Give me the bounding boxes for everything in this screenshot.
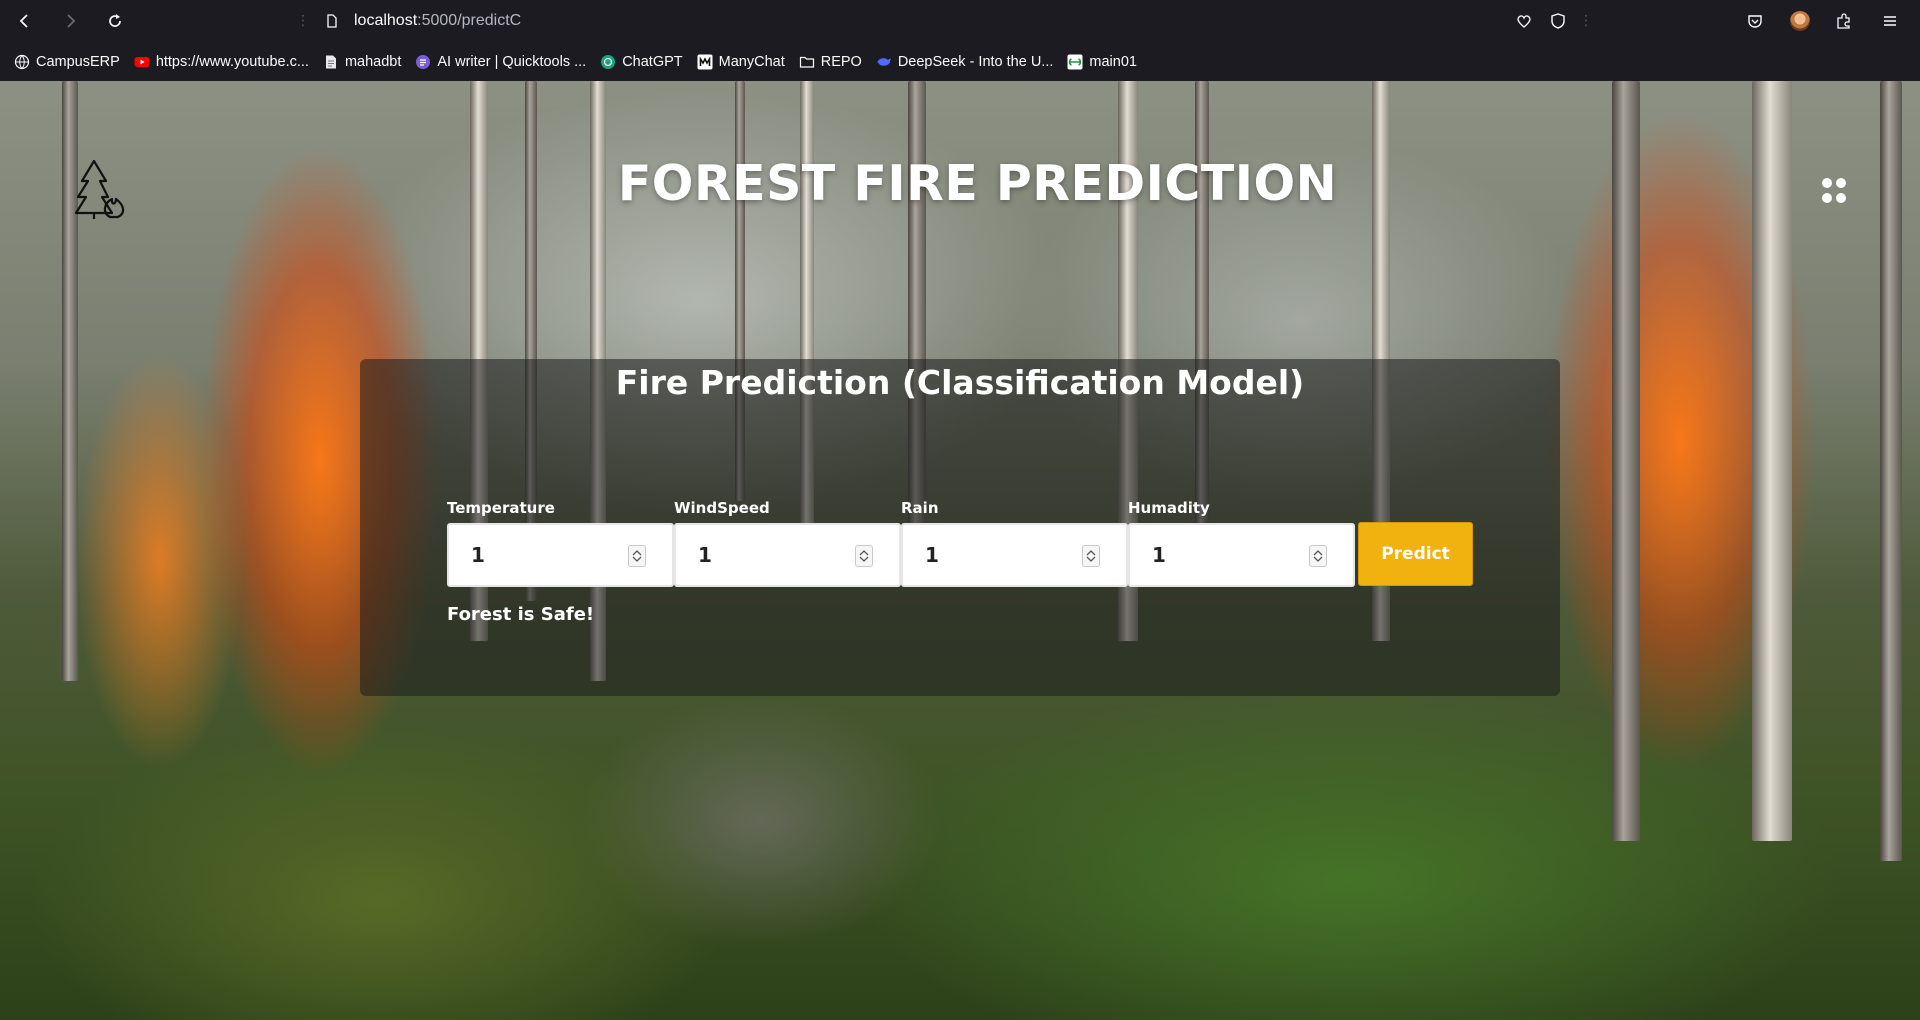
humidity-label: Humadity [1128,499,1210,517]
humidity-field: Humadity 1 [1128,499,1355,587]
bookmark-label: REPO [820,54,862,70]
youtube-icon [134,54,150,70]
back-arrow-icon [19,14,28,28]
deepseek-icon [876,54,892,70]
avatar [1790,11,1810,31]
humidity-input[interactable]: 1 [1128,523,1355,587]
temperature-field: Temperature 1 [447,499,674,587]
document-icon [323,54,339,70]
bookmark-label: CampusERP [36,54,120,70]
temperature-value: 1 [471,543,485,567]
prediction-result: Forest is Safe! [447,604,595,625]
address-bar[interactable]: ⋮ localhost:5000/predictC [296,8,1586,34]
folder-icon [799,54,815,70]
prediction-card: Fire Prediction (Classification Model) T… [360,359,1560,696]
rain-stepper[interactable] [1082,545,1100,567]
manychat-icon [697,54,713,70]
chevron-down-icon [632,556,642,562]
account-button[interactable] [1788,9,1812,33]
bookmark-campuserp[interactable]: CampusERP [14,54,120,70]
bookmark-label: ChatGPT [622,54,683,70]
bookmarks-toolbar: CampusERP https://www.youtube.c... mahad… [0,49,1920,75]
chevron-up-icon [859,550,869,556]
page-title: FOREST FIRE PREDICTION [617,155,1338,212]
bookmark-button[interactable] [1512,9,1536,33]
bookmark-manychat[interactable]: ManyChat [697,54,785,70]
hamburger-icon [1884,16,1896,26]
pocket-button[interactable] [1743,9,1767,33]
rain-input[interactable]: 1 [901,523,1128,587]
bookmark-youtube[interactable]: https://www.youtube.c... [134,54,309,70]
url-path: :5000/predictC [417,12,522,29]
extensions-button[interactable] [1832,9,1856,33]
toolbar-separator: ⋮ [1579,13,1593,29]
chevron-up-icon [632,550,642,556]
bookmark-label: DeepSeek - Into the U... [897,54,1054,70]
windspeed-field: WindSpeed 1 [674,499,901,587]
bookmark-repo[interactable]: REPO [799,54,862,70]
chevron-up-icon [1086,550,1096,556]
url-separator: ⋮ [296,13,310,29]
bookmark-deepseek[interactable]: DeepSeek - Into the U... [876,54,1054,70]
temperature-stepper[interactable] [628,545,646,567]
bookmark-label: https://www.youtube.c... [155,54,309,70]
browser-chrome: ⋮ localhost:5000/predictC ⋮ CampusERP ht… [0,0,1920,81]
forward-arrow-icon [67,14,76,28]
windspeed-input[interactable]: 1 [674,523,901,587]
page-icon [327,14,337,28]
url-text: localhost:5000/predictC [354,12,521,30]
bookmark-label: ManyChat [718,54,785,70]
navigation-toolbar: ⋮ localhost:5000/predictC ⋮ [0,0,1920,42]
grid-menu-icon[interactable] [1822,178,1848,204]
back-button[interactable] [12,8,38,34]
bookmark-mahadbt[interactable]: mahadbt [323,54,401,70]
chevron-down-icon [1086,556,1096,562]
windspeed-label: WindSpeed [674,499,770,517]
puzzle-icon [1837,13,1850,29]
bookmark-label: mahadbt [344,54,402,70]
temperature-label: Temperature [447,499,555,517]
shield-icon [1551,13,1565,29]
bookmark-label: main01 [1089,54,1137,70]
quicktools-icon [415,54,431,70]
windspeed-value: 1 [698,543,712,567]
reload-button[interactable] [102,8,128,34]
page-viewport: FOREST FIRE PREDICTION Fire Prediction (… [0,81,1920,1020]
bookmark-chatgpt[interactable]: ChatGPT [600,54,683,70]
rain-label: Rain [901,499,939,517]
heart-icon [1517,15,1531,28]
pocket-icon [1748,15,1762,28]
predict-button[interactable]: Predict [1358,522,1473,586]
bookmark-quicktools[interactable]: AI writer | Quicktools ... [415,54,586,70]
rain-value: 1 [925,543,939,567]
humidity-value: 1 [1152,543,1166,567]
globe-icon [14,54,30,70]
chatgpt-icon [600,54,616,70]
temperature-input[interactable]: 1 [447,523,674,587]
humidity-stepper[interactable] [1309,545,1327,567]
bookmark-main01[interactable]: main01 [1067,54,1137,70]
tracking-protection-button[interactable] [1546,9,1570,33]
app-menu-button[interactable] [1878,9,1902,33]
chevron-down-icon [859,556,869,562]
url-host: localhost [354,12,418,29]
card-title: Fire Prediction (Classification Model) [615,363,1305,402]
bookmark-label: AI writer | Quicktools ... [437,54,587,70]
rain-field: Rain 1 [901,499,1128,587]
forward-button[interactable] [57,8,83,34]
windspeed-stepper[interactable] [855,545,873,567]
chevron-down-icon [1313,556,1323,562]
geeksforgeeks-icon [1067,54,1083,70]
chevron-up-icon [1313,550,1323,556]
reload-icon [109,14,121,27]
